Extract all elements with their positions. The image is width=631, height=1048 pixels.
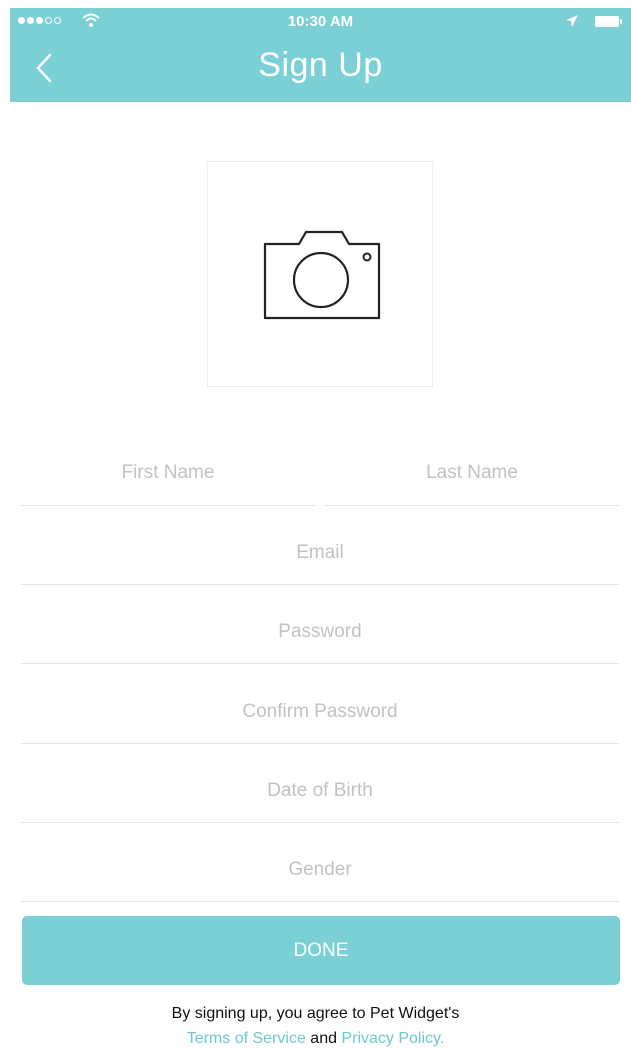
legal-and-text: and <box>310 1030 337 1047</box>
legal-links-line: Terms of Service and Privacy Policy. <box>0 1026 631 1048</box>
first-name-placeholder: First Name <box>121 462 215 483</box>
date-of-birth-field[interactable]: Date of Birth <box>20 744 620 823</box>
legal-notice: By signing up, you agree to Pet Widget's… <box>0 1001 631 1048</box>
first-name-field[interactable]: First Name <box>20 440 316 506</box>
status-time: 10:30 AM <box>287 13 354 30</box>
sign-up-screen: 10:30 AM Sign Up First Name Last Name Em… <box>0 0 631 1048</box>
password-field[interactable]: Password <box>20 585 620 664</box>
legal-prefix-text: By signing up, you agree to Pet Widget's <box>171 1005 460 1022</box>
done-button[interactable]: DONE <box>22 916 620 985</box>
battery-icon <box>595 16 622 27</box>
page-title: Sign Up <box>258 46 383 84</box>
camera-icon <box>263 230 381 320</box>
last-name-field[interactable]: Last Name <box>324 440 620 506</box>
last-name-placeholder: Last Name <box>426 462 518 483</box>
header-bar: 10:30 AM Sign Up <box>10 8 631 102</box>
gender-placeholder: Gender <box>288 859 352 880</box>
confirm-password-field[interactable]: Confirm Password <box>20 664 620 744</box>
privacy-policy-link[interactable]: Privacy Policy. <box>341 1030 444 1047</box>
email-field[interactable]: Email <box>20 506 620 585</box>
gender-field[interactable]: Gender <box>20 823 620 902</box>
status-bar: 10:30 AM <box>10 8 631 36</box>
location-arrow-icon <box>566 15 578 27</box>
terms-of-service-link[interactable]: Terms of Service <box>187 1030 306 1047</box>
profile-photo-picker[interactable] <box>207 161 433 387</box>
